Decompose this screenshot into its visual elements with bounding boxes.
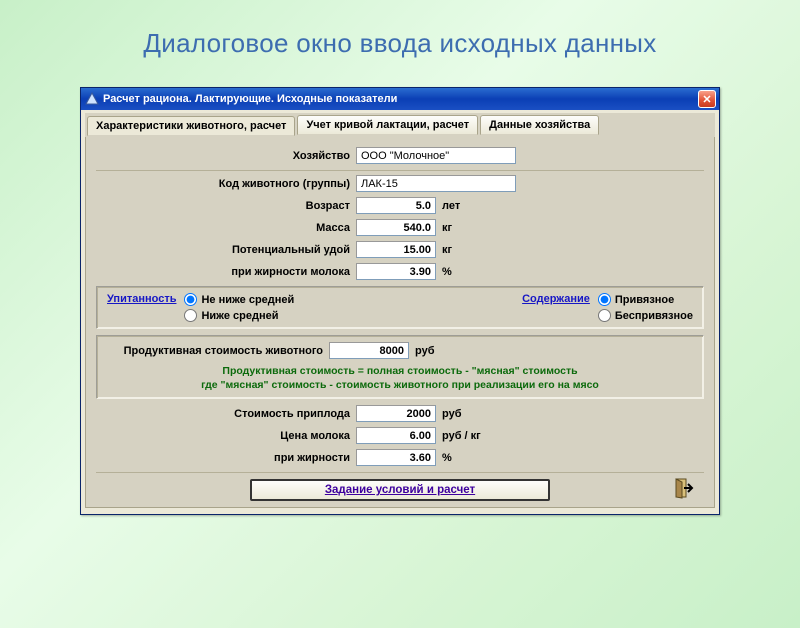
radio-housing-opt1-label[interactable]: Привязное	[598, 293, 693, 306]
unit-mass: кг	[442, 222, 452, 234]
tab-lactation-curve[interactable]: Учет кривой лактации, расчет	[297, 115, 478, 135]
door-exit-icon	[670, 477, 694, 499]
label-milk-price: Цена молока	[96, 430, 356, 442]
label-animal-id: Код животного (группы)	[96, 178, 356, 190]
unit-fat: %	[442, 266, 452, 278]
input-milk-price[interactable]	[356, 427, 436, 444]
radio-condition-opt1-label[interactable]: Не ниже средней	[184, 293, 294, 306]
dialog-window: Расчет рациона. Лактирующие. Исходные по…	[80, 87, 720, 515]
label-yield: Потенциальный удой	[96, 244, 356, 256]
link-housing[interactable]: Содержание	[522, 293, 590, 305]
input-farm[interactable]	[356, 147, 516, 164]
app-icon	[85, 92, 99, 106]
calculate-button[interactable]: Задание условий и расчет	[250, 479, 550, 501]
label-offspring: Стоимость приплода	[96, 408, 356, 420]
radio-housing-opt1-text: Привязное	[615, 294, 674, 306]
row-fat: при жирности молока %	[96, 263, 704, 280]
tab-content: Хозяйство Код животного (группы) Возраст…	[85, 137, 715, 508]
separator-bottom	[96, 472, 704, 473]
row-animal-id: Код животного (группы)	[96, 175, 704, 192]
input-mass[interactable]	[356, 219, 436, 236]
row-age: Возраст лет	[96, 197, 704, 214]
separator	[96, 170, 704, 171]
footer-bar: Задание условий и расчет	[96, 477, 704, 501]
row-offspring: Стоимость приплода руб	[96, 405, 704, 422]
row-farm: Хозяйство	[96, 147, 704, 164]
input-animal-id[interactable]	[356, 175, 516, 192]
row-prod-cost: Продуктивная стоимость животного руб	[107, 342, 693, 359]
close-icon: ✕	[702, 93, 711, 106]
radio-housing-opt1[interactable]	[598, 293, 611, 306]
unit-milk-price: руб / кг	[442, 430, 481, 442]
label-farm: Хозяйство	[96, 150, 356, 162]
note-prod-cost: Продуктивная стоимость = полная стоимост…	[107, 364, 693, 392]
input-age[interactable]	[356, 197, 436, 214]
label-age: Возраст	[96, 200, 356, 212]
label-milk-fat: при жирности	[96, 452, 356, 464]
unit-offspring: руб	[442, 408, 462, 420]
title-bar: Расчет рациона. Лактирующие. Исходные по…	[81, 88, 719, 110]
link-condition[interactable]: Упитанность	[107, 293, 176, 305]
label-fat: при жирности молока	[96, 266, 356, 278]
input-milk-fat[interactable]	[356, 449, 436, 466]
radio-housing-opt2-text: Беспривязное	[615, 310, 693, 322]
label-prod-cost: Продуктивная стоимость животного	[107, 345, 329, 357]
close-button[interactable]: ✕	[698, 90, 716, 108]
radio-housing-opt2[interactable]	[598, 309, 611, 322]
input-offspring[interactable]	[356, 405, 436, 422]
tab-characteristics[interactable]: Характеристики животного, расчет	[87, 116, 295, 136]
input-prod-cost[interactable]	[329, 342, 409, 359]
note-line1: Продуктивная стоимость = полная стоимост…	[107, 364, 693, 378]
tab-farm-data[interactable]: Данные хозяйства	[480, 115, 599, 135]
row-mass: Масса кг	[96, 219, 704, 236]
radio-housing-opt2-label[interactable]: Беспривязное	[598, 309, 693, 322]
row-milk-fat: при жирности %	[96, 449, 704, 466]
unit-yield: кг	[442, 244, 452, 256]
tab-bar: Характеристики животного, расчет Учет кр…	[85, 113, 715, 137]
radio-condition-opt2-text: Ниже средней	[201, 310, 278, 322]
radio-condition-opt1-text: Не ниже средней	[201, 294, 294, 306]
slide-title: Диалоговое окно ввода исходных данных	[0, 28, 800, 59]
row-milk-price: Цена молока руб / кг	[96, 427, 704, 444]
exit-button[interactable]	[670, 477, 694, 499]
group-housing: Содержание Привязное Беспривязное	[522, 293, 693, 322]
panel-options: Упитанность Не ниже средней Ниже средней	[96, 286, 704, 329]
row-yield: Потенциальный удой кг	[96, 241, 704, 258]
radio-condition-opt2[interactable]	[184, 309, 197, 322]
unit-milk-fat: %	[442, 452, 452, 464]
group-condition: Упитанность Не ниже средней Ниже средней	[107, 293, 294, 322]
panel-prod-cost: Продуктивная стоимость животного руб Про…	[96, 335, 704, 399]
window-title: Расчет рациона. Лактирующие. Исходные по…	[103, 93, 698, 105]
input-yield[interactable]	[356, 241, 436, 258]
label-mass: Масса	[96, 222, 356, 234]
note-line2: где "мясная" стоимость - стоимость живот…	[107, 378, 693, 392]
unit-age: лет	[442, 200, 460, 212]
client-area: Характеристики животного, расчет Учет кр…	[81, 110, 719, 514]
radio-condition-opt2-label[interactable]: Ниже средней	[184, 309, 294, 322]
unit-prod-cost: руб	[415, 345, 435, 357]
radio-condition-opt1[interactable]	[184, 293, 197, 306]
input-fat[interactable]	[356, 263, 436, 280]
